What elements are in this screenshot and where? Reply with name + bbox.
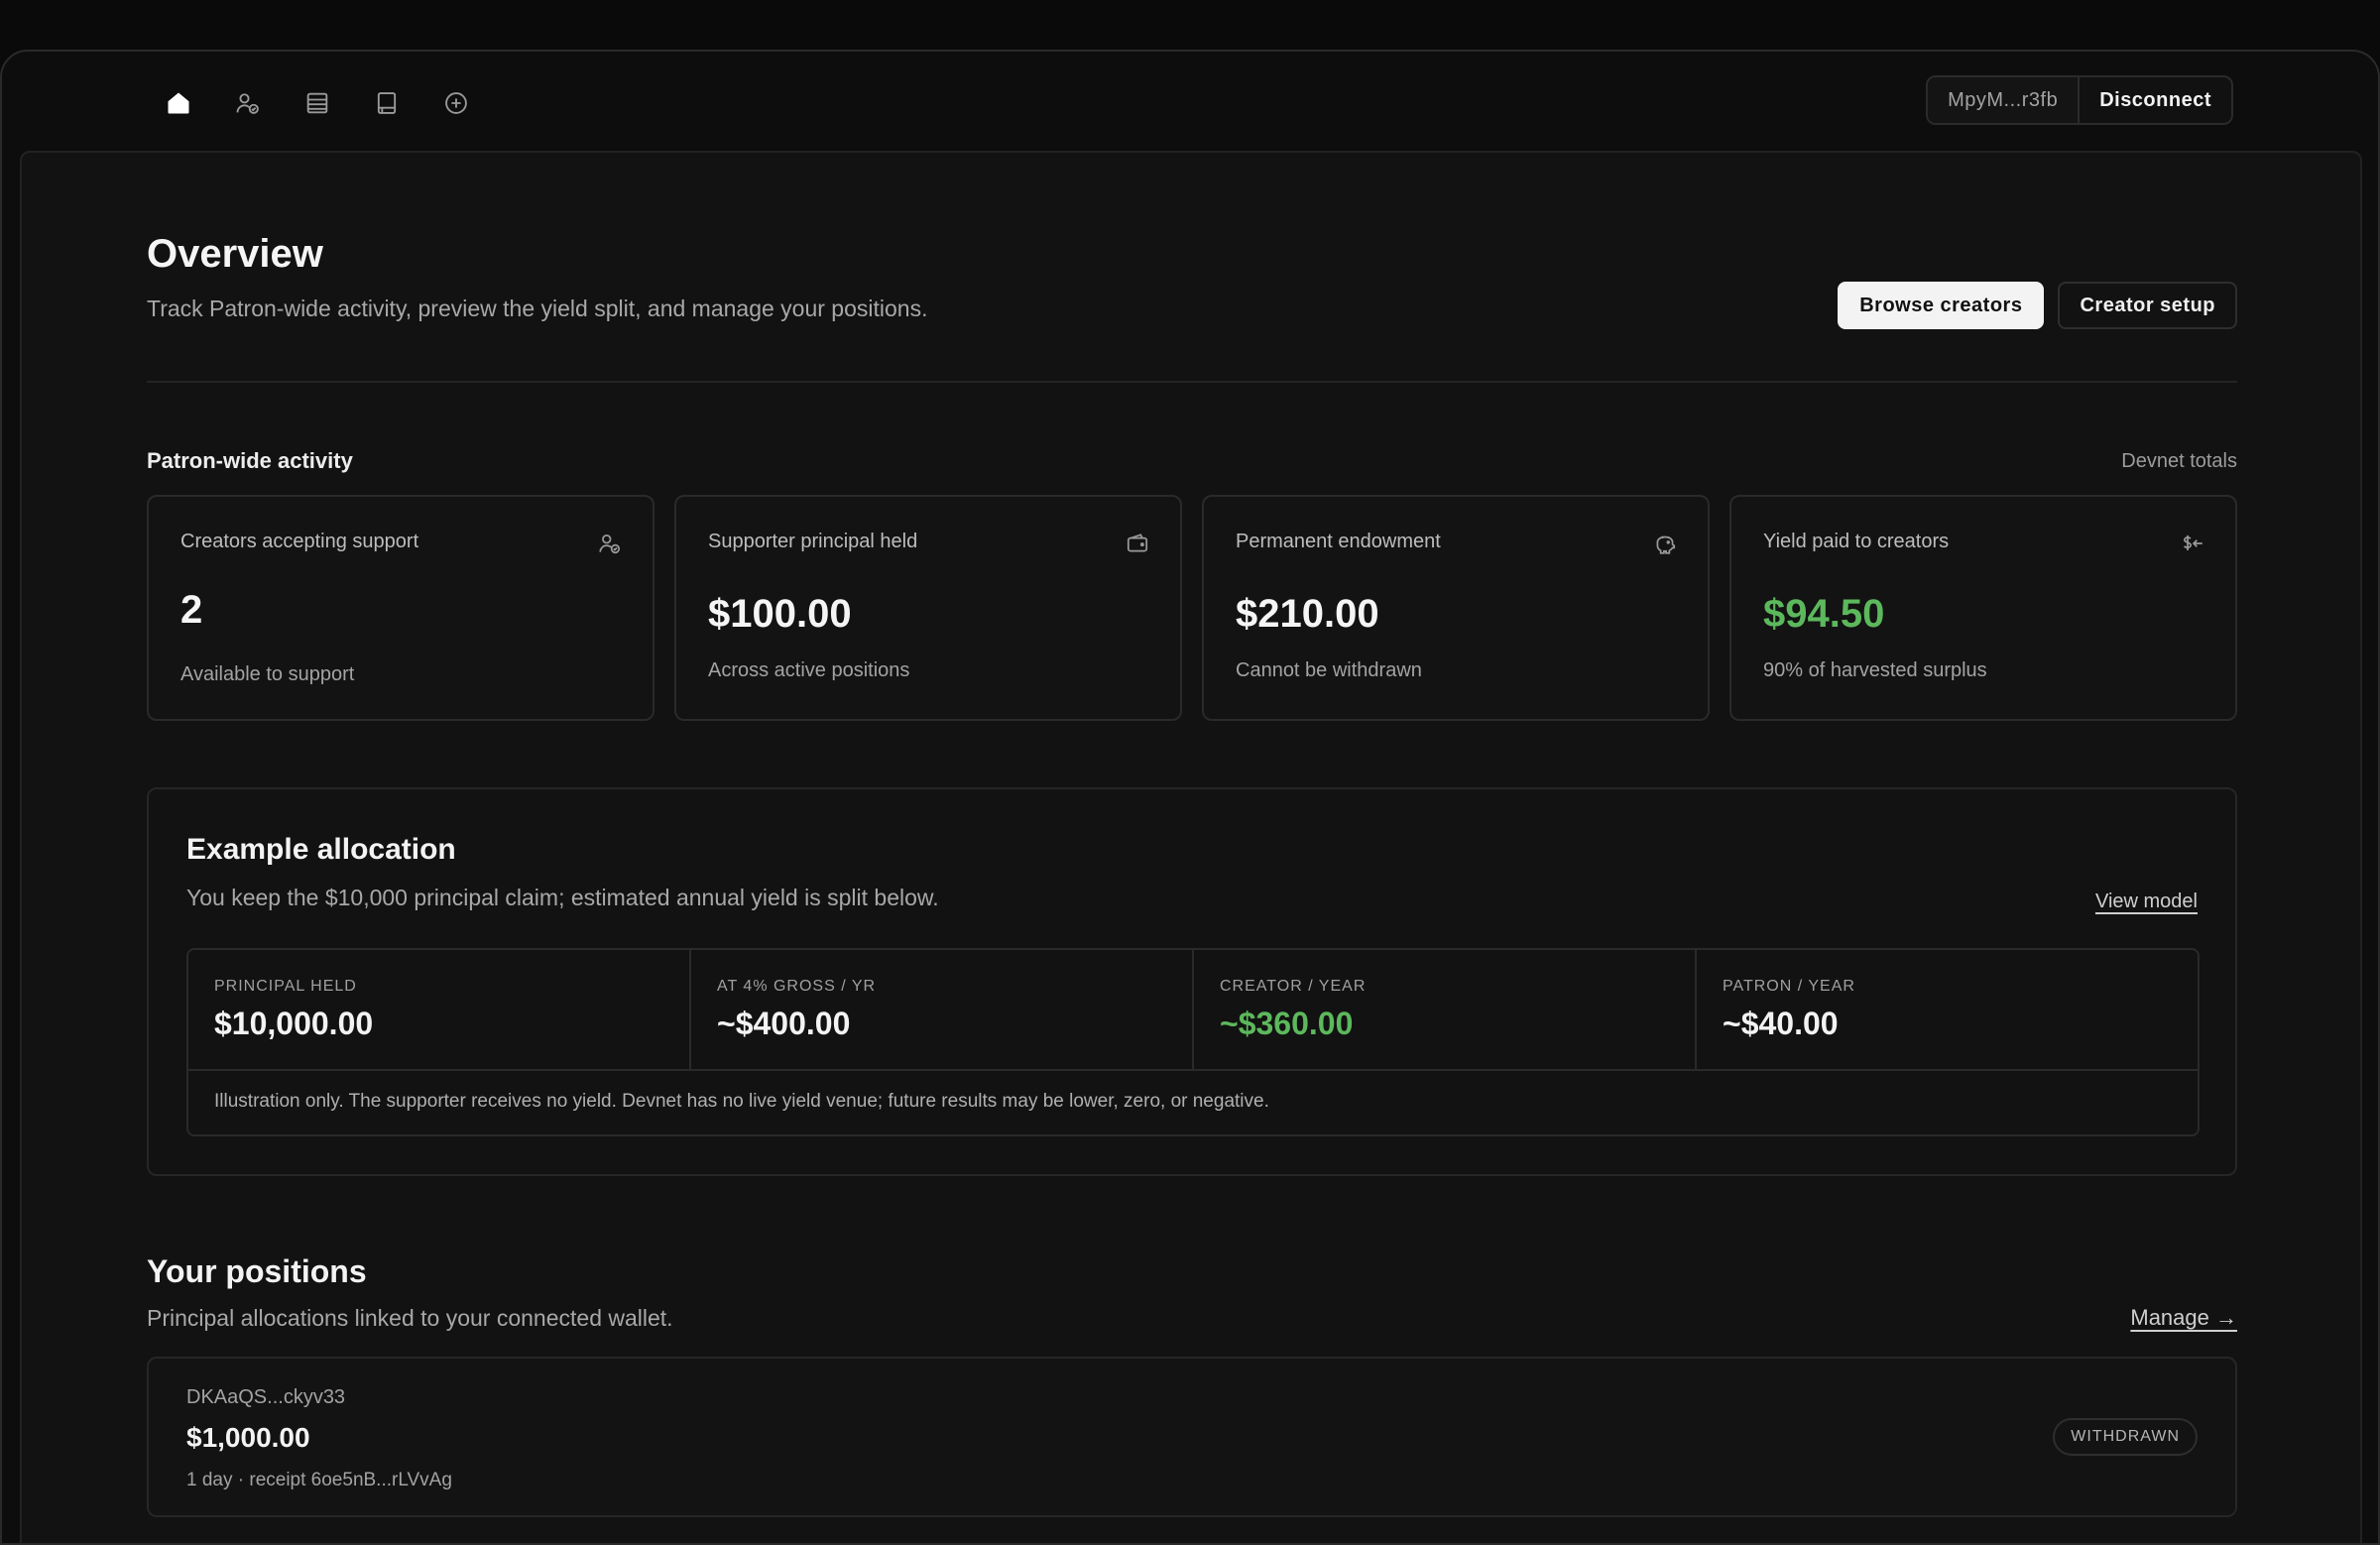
users-icon[interactable]	[230, 85, 266, 121]
wallet-control: MpyM...r3fb Disconnect	[1926, 75, 2233, 125]
cell-value: $10,000.00	[214, 1006, 374, 1041]
devnet-totals-label: Devnet totals	[2121, 450, 2237, 472]
stat-note: 90% of harvested surplus	[1763, 659, 1987, 681]
stat-card-endowment: Permanent endowment $210.00 Cannot be wi…	[1202, 495, 1710, 721]
wallet-icon	[1125, 531, 1150, 556]
app-window: MpyM...r3fb Disconnect Overview Track Pa…	[0, 50, 2380, 1545]
stat-value: $100.00	[708, 592, 852, 636]
disconnect-button[interactable]: Disconnect	[2080, 77, 2231, 123]
allocation-subtitle: You keep the $10,000 principal claim; es…	[186, 885, 939, 910]
allocation-disclaimer: Illustration only. The supporter receive…	[214, 1091, 1269, 1112]
allocation-cell-principal: PRINCIPAL HELD $10,000.00	[188, 950, 691, 1069]
allocation-cells: PRINCIPAL HELD $10,000.00 AT 4% GROSS / …	[188, 950, 2198, 1071]
status-badge: WITHDRAWN	[2053, 1418, 2198, 1456]
page-subtitle: Track Patron-wide activity, preview the …	[147, 296, 928, 321]
example-allocation-card: Example allocation You keep the $10,000 …	[147, 787, 2237, 1176]
book-icon[interactable]	[369, 85, 405, 121]
stat-card-yield: Yield paid to creators $94.50 90% of har…	[1729, 495, 2237, 721]
cell-label: PRINCIPAL HELD	[214, 978, 357, 995]
manage-link[interactable]: Manage →	[2130, 1305, 2237, 1331]
stat-label: Supporter principal held	[708, 531, 918, 552]
piggy-bank-icon	[1652, 531, 1678, 556]
stat-card-principal: Supporter principal held $100.00 Across …	[674, 495, 1182, 721]
top-bar: MpyM...r3fb Disconnect	[2, 52, 2378, 151]
allocation-grid: PRINCIPAL HELD $10,000.00 AT 4% GROSS / …	[186, 948, 2200, 1136]
cell-label: PATRON / YEAR	[1723, 978, 1855, 995]
allocation-cell-creator: CREATOR / YEAR ~$360.00	[1194, 950, 1697, 1069]
allocation-title: Example allocation	[186, 833, 456, 866]
stat-note: Across active positions	[708, 659, 910, 681]
allocation-cell-patron: PATRON / YEAR ~$40.00	[1697, 950, 2198, 1069]
home-icon[interactable]	[161, 85, 196, 121]
user-check-icon	[597, 531, 623, 556]
stat-note: Available to support	[180, 663, 355, 685]
cell-value: ~$400.00	[717, 1006, 851, 1041]
wallet-address[interactable]: MpyM...r3fb	[1928, 77, 2081, 123]
position-card[interactable]: DKAaQS...ckyv33 $1,000.00 1 day · receip…	[147, 1357, 2237, 1517]
position-meta: 1 day · receipt 6oe5nB...rLVvAg	[186, 1470, 452, 1490]
stat-cards: Creators accepting support 2 Available t…	[147, 495, 2237, 721]
dollar-arrow-icon	[2180, 531, 2205, 556]
header-actions: Browse creators Creator setup	[1838, 282, 2237, 329]
stat-value: 2	[180, 588, 203, 632]
allocation-cell-gross: AT 4% GROSS / YR ~$400.00	[691, 950, 1194, 1069]
cell-label: AT 4% GROSS / YR	[717, 978, 877, 995]
stat-note: Cannot be withdrawn	[1236, 659, 1422, 681]
list-icon[interactable]	[299, 85, 335, 121]
cell-value: ~$360.00	[1220, 1006, 1354, 1041]
main-panel: Overview Track Patron-wide activity, pre…	[20, 151, 2362, 1543]
nav-icons	[161, 85, 474, 121]
browse-creators-button[interactable]: Browse creators	[1838, 282, 2045, 329]
positions-subtitle: Principal allocations linked to your con…	[147, 1305, 673, 1331]
stat-card-creators: Creators accepting support 2 Available t…	[147, 495, 654, 721]
stat-label: Creators accepting support	[180, 531, 419, 552]
position-amount: $1,000.00	[186, 1422, 310, 1453]
cell-label: CREATOR / YEAR	[1220, 978, 1367, 995]
stat-label: Permanent endowment	[1236, 531, 1441, 552]
view-model-link[interactable]: View model	[2095, 891, 2198, 913]
stat-label: Yield paid to creators	[1763, 531, 1950, 552]
creator-setup-button[interactable]: Creator setup	[2058, 282, 2237, 329]
stat-value: $210.00	[1236, 592, 1379, 636]
activity-title: Patron-wide activity	[147, 448, 353, 473]
page-title: Overview	[147, 232, 323, 276]
position-id: DKAaQS...ckyv33	[186, 1386, 346, 1408]
plus-circle-icon[interactable]	[438, 85, 474, 121]
positions-title: Your positions	[147, 1253, 367, 1289]
cell-value: ~$40.00	[1723, 1006, 1839, 1041]
stat-value: $94.50	[1763, 592, 1885, 636]
divider	[147, 381, 2237, 383]
